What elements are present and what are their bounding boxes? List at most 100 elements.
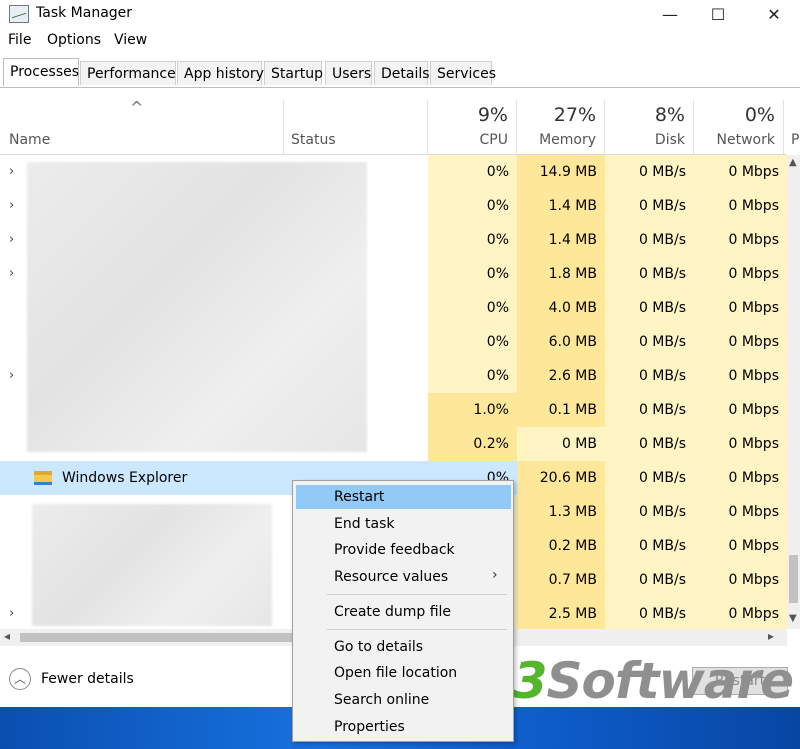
cell-memory: 1.8 MB: [517, 257, 605, 291]
network-percent: 0%: [744, 104, 775, 126]
menu-separator: [327, 629, 507, 630]
cell-network: 0 Mbps: [694, 359, 787, 393]
cell-cpu: 0%: [428, 325, 517, 359]
menu-file[interactable]: File: [8, 32, 31, 48]
tab-processes[interactable]: Processes: [3, 58, 79, 86]
scroll-left-icon[interactable]: ◂: [4, 629, 10, 643]
cell-network: 0 Mbps: [694, 529, 787, 563]
menu-options[interactable]: Options: [47, 32, 101, 48]
expand-chevron-icon[interactable]: ›: [9, 232, 14, 247]
column-name[interactable]: ^ Name: [0, 98, 284, 154]
cell-memory: 1.3 MB: [517, 495, 605, 529]
cell-memory: 4.0 MB: [517, 291, 605, 325]
tab-services[interactable]: Services: [430, 61, 496, 85]
cell-cpu: 0%: [428, 155, 517, 189]
column-memory[interactable]: 27% Memory: [517, 100, 605, 154]
cell-cpu: 0%: [428, 359, 517, 393]
expand-chevron-icon[interactable]: ›: [9, 606, 14, 621]
fewer-details-link[interactable]: Fewer details: [41, 671, 134, 687]
menu-go-to-details[interactable]: Go to details: [296, 635, 511, 659]
menu-provide-feedback[interactable]: Provide feedback: [296, 538, 511, 562]
cell-disk: 0 MB/s: [605, 529, 694, 563]
column-disk[interactable]: 8% Disk: [605, 100, 694, 154]
vertical-scroll-thumb[interactable]: [789, 555, 798, 603]
tab-users[interactable]: Users: [325, 61, 372, 85]
cell-disk: 0 MB/s: [605, 257, 694, 291]
scroll-up-icon[interactable]: ▲: [789, 157, 797, 168]
menu-end-task[interactable]: End task: [296, 512, 511, 536]
scroll-right-icon[interactable]: ▸: [768, 629, 774, 643]
menu-view[interactable]: View: [114, 32, 147, 48]
cell-memory: 20.6 MB: [517, 461, 605, 495]
cell-memory: 1.4 MB: [517, 189, 605, 223]
cell-cpu: 0%: [428, 291, 517, 325]
tab-divider: [0, 87, 800, 88]
folder-icon: [34, 471, 52, 485]
cell-disk: 0 MB/s: [605, 427, 694, 461]
menu-open-file-location[interactable]: Open file location: [296, 661, 511, 685]
horizontal-scroll-thumb[interactable]: [20, 633, 292, 642]
column-memory-label: Memory: [539, 132, 596, 148]
minimize-button[interactable]: —: [650, 0, 690, 28]
tab-startup[interactable]: Startup: [264, 61, 323, 85]
close-button[interactable]: ✕: [754, 0, 794, 28]
column-cpu-label: CPU: [479, 132, 508, 148]
cell-disk: 0 MB/s: [605, 393, 694, 427]
blurred-process-names-lower: [32, 504, 272, 626]
cell-disk: 0 MB/s: [605, 189, 694, 223]
cell-disk: 0 MB/s: [605, 155, 694, 189]
menu-separator: [327, 594, 507, 595]
column-power-label: P: [791, 132, 800, 148]
sort-arrow-icon: ^: [130, 98, 144, 117]
column-status[interactable]: Status: [284, 100, 428, 154]
cell-network: 0 Mbps: [694, 155, 787, 189]
process-name: Windows Explorer: [62, 470, 188, 486]
cell-memory: 6.0 MB: [517, 325, 605, 359]
menu-search-online[interactable]: Search online: [296, 688, 511, 712]
scroll-down-icon[interactable]: ▼: [789, 613, 797, 624]
column-status-label: Status: [291, 132, 336, 148]
watermark-software: Software: [546, 652, 795, 710]
cell-disk: 0 MB/s: [605, 325, 694, 359]
disk-percent: 8%: [654, 104, 685, 126]
cell-memory: 2.6 MB: [517, 359, 605, 393]
cell-memory: 0.1 MB: [517, 393, 605, 427]
cell-cpu: 0%: [428, 189, 517, 223]
cell-disk: 0 MB/s: [605, 461, 694, 495]
window-title: Task Manager: [36, 5, 133, 21]
column-header: ^ Name Status 9% CPU 27% Memory 8% Disk …: [0, 98, 800, 154]
cell-disk: 0 MB/s: [605, 359, 694, 393]
menu-properties[interactable]: Properties: [296, 715, 511, 739]
menu-restart[interactable]: Restart: [296, 485, 511, 509]
submenu-chevron-icon: ›: [492, 567, 498, 583]
expand-chevron-icon[interactable]: ›: [9, 368, 14, 383]
menu-create-dump-file[interactable]: Create dump file: [296, 600, 511, 624]
expand-chevron-icon[interactable]: ›: [9, 266, 14, 281]
expand-chevron-icon[interactable]: ›: [9, 164, 14, 179]
cell-disk: 0 MB/s: [605, 291, 694, 325]
cell-network: 0 Mbps: [694, 563, 787, 597]
collapse-icon[interactable]: ︿: [9, 668, 31, 690]
tab-strip: Processes Performance App history Startu…: [0, 58, 800, 88]
cell-disk: 0 MB/s: [605, 597, 694, 631]
cell-network: 0 Mbps: [694, 393, 787, 427]
column-cpu[interactable]: 9% CPU: [428, 100, 517, 154]
context-menu: Restart End task Provide feedback Resour…: [292, 480, 514, 742]
tab-details[interactable]: Details: [374, 61, 430, 85]
cell-memory: 1.4 MB: [517, 223, 605, 257]
cell-memory: 2.5 MB: [517, 597, 605, 631]
tab-app-history[interactable]: App history: [177, 61, 264, 85]
cell-cpu: 0%: [428, 223, 517, 257]
cell-network: 0 Mbps: [694, 495, 787, 529]
expand-chevron-icon[interactable]: ›: [9, 198, 14, 213]
vertical-scrollbar[interactable]: ▲ ▼: [787, 155, 800, 629]
column-network[interactable]: 0% Network: [694, 100, 784, 154]
blurred-process-names: [27, 162, 367, 452]
column-disk-label: Disk: [654, 132, 685, 148]
memory-percent: 27%: [553, 104, 596, 126]
cell-cpu: 1.0%: [428, 393, 517, 427]
menu-resource-values[interactable]: Resource values: [296, 565, 511, 589]
tab-performance[interactable]: Performance: [80, 61, 176, 85]
cell-network: 0 Mbps: [694, 597, 787, 631]
maximize-button[interactable]: ☐: [698, 0, 738, 28]
